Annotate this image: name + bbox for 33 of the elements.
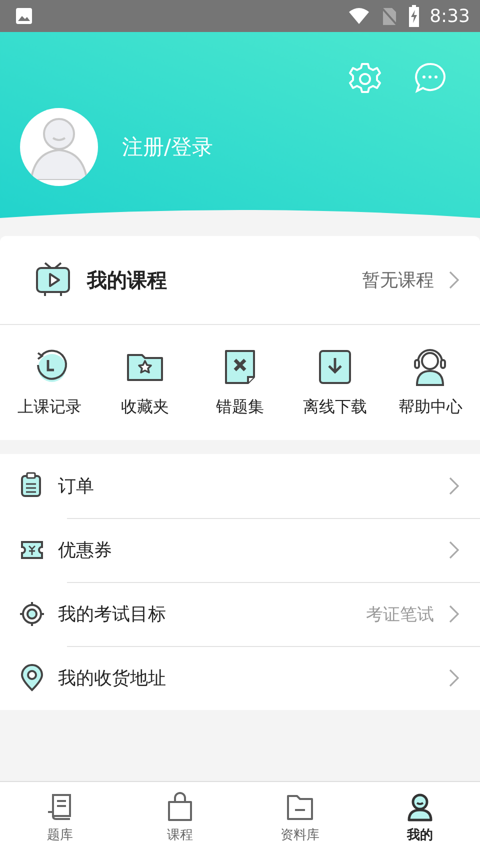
- tv-play-icon: [35, 262, 73, 298]
- shopping-bag-icon: [165, 792, 195, 822]
- menu-item[interactable]: 我的考试目标: [58, 602, 352, 626]
- settings-icon: [348, 62, 382, 96]
- course-title: 我的课程: [87, 266, 168, 294]
- chevron-icon: [448, 668, 460, 688]
- shortcut-button[interactable]: 上课记录: [6, 347, 94, 418]
- chevron-icon: [448, 476, 460, 496]
- chevron-icon: [448, 540, 460, 560]
- tab[interactable]: 题库: [0, 782, 120, 853]
- shortcut-button[interactable]: 离线下载: [291, 347, 380, 418]
- chevron-icon: [448, 270, 460, 290]
- shortcut-button[interactable]: 错题集: [196, 347, 284, 418]
- location-pin-icon: [20, 664, 44, 692]
- menu-item[interactable]: 优惠券: [58, 538, 434, 562]
- clipboard-icon: [20, 472, 44, 500]
- battery-icon: [408, 5, 420, 27]
- person-icon: [405, 792, 435, 822]
- menu-item[interactable]: 订单: [58, 474, 434, 498]
- tab[interactable]: 我的: [360, 782, 480, 853]
- menu-value: 考证笔试: [366, 604, 434, 626]
- course-status[interactable]: 暂无课程: [362, 268, 434, 292]
- clock-time: 8:33: [430, 6, 470, 26]
- chevron-icon: [448, 604, 460, 624]
- menu-item[interactable]: 我的收货地址: [58, 666, 434, 690]
- tab[interactable]: 资料库: [240, 782, 360, 853]
- target-icon: [20, 600, 44, 628]
- wifi-icon: [348, 7, 370, 25]
- image-icon: [15, 7, 33, 25]
- shortcut-button[interactable]: 收藏夹: [100, 347, 189, 418]
- chat-icon: [414, 62, 446, 94]
- tab[interactable]: 课程: [120, 782, 240, 853]
- shortcut-button[interactable]: 帮助中心: [386, 347, 474, 418]
